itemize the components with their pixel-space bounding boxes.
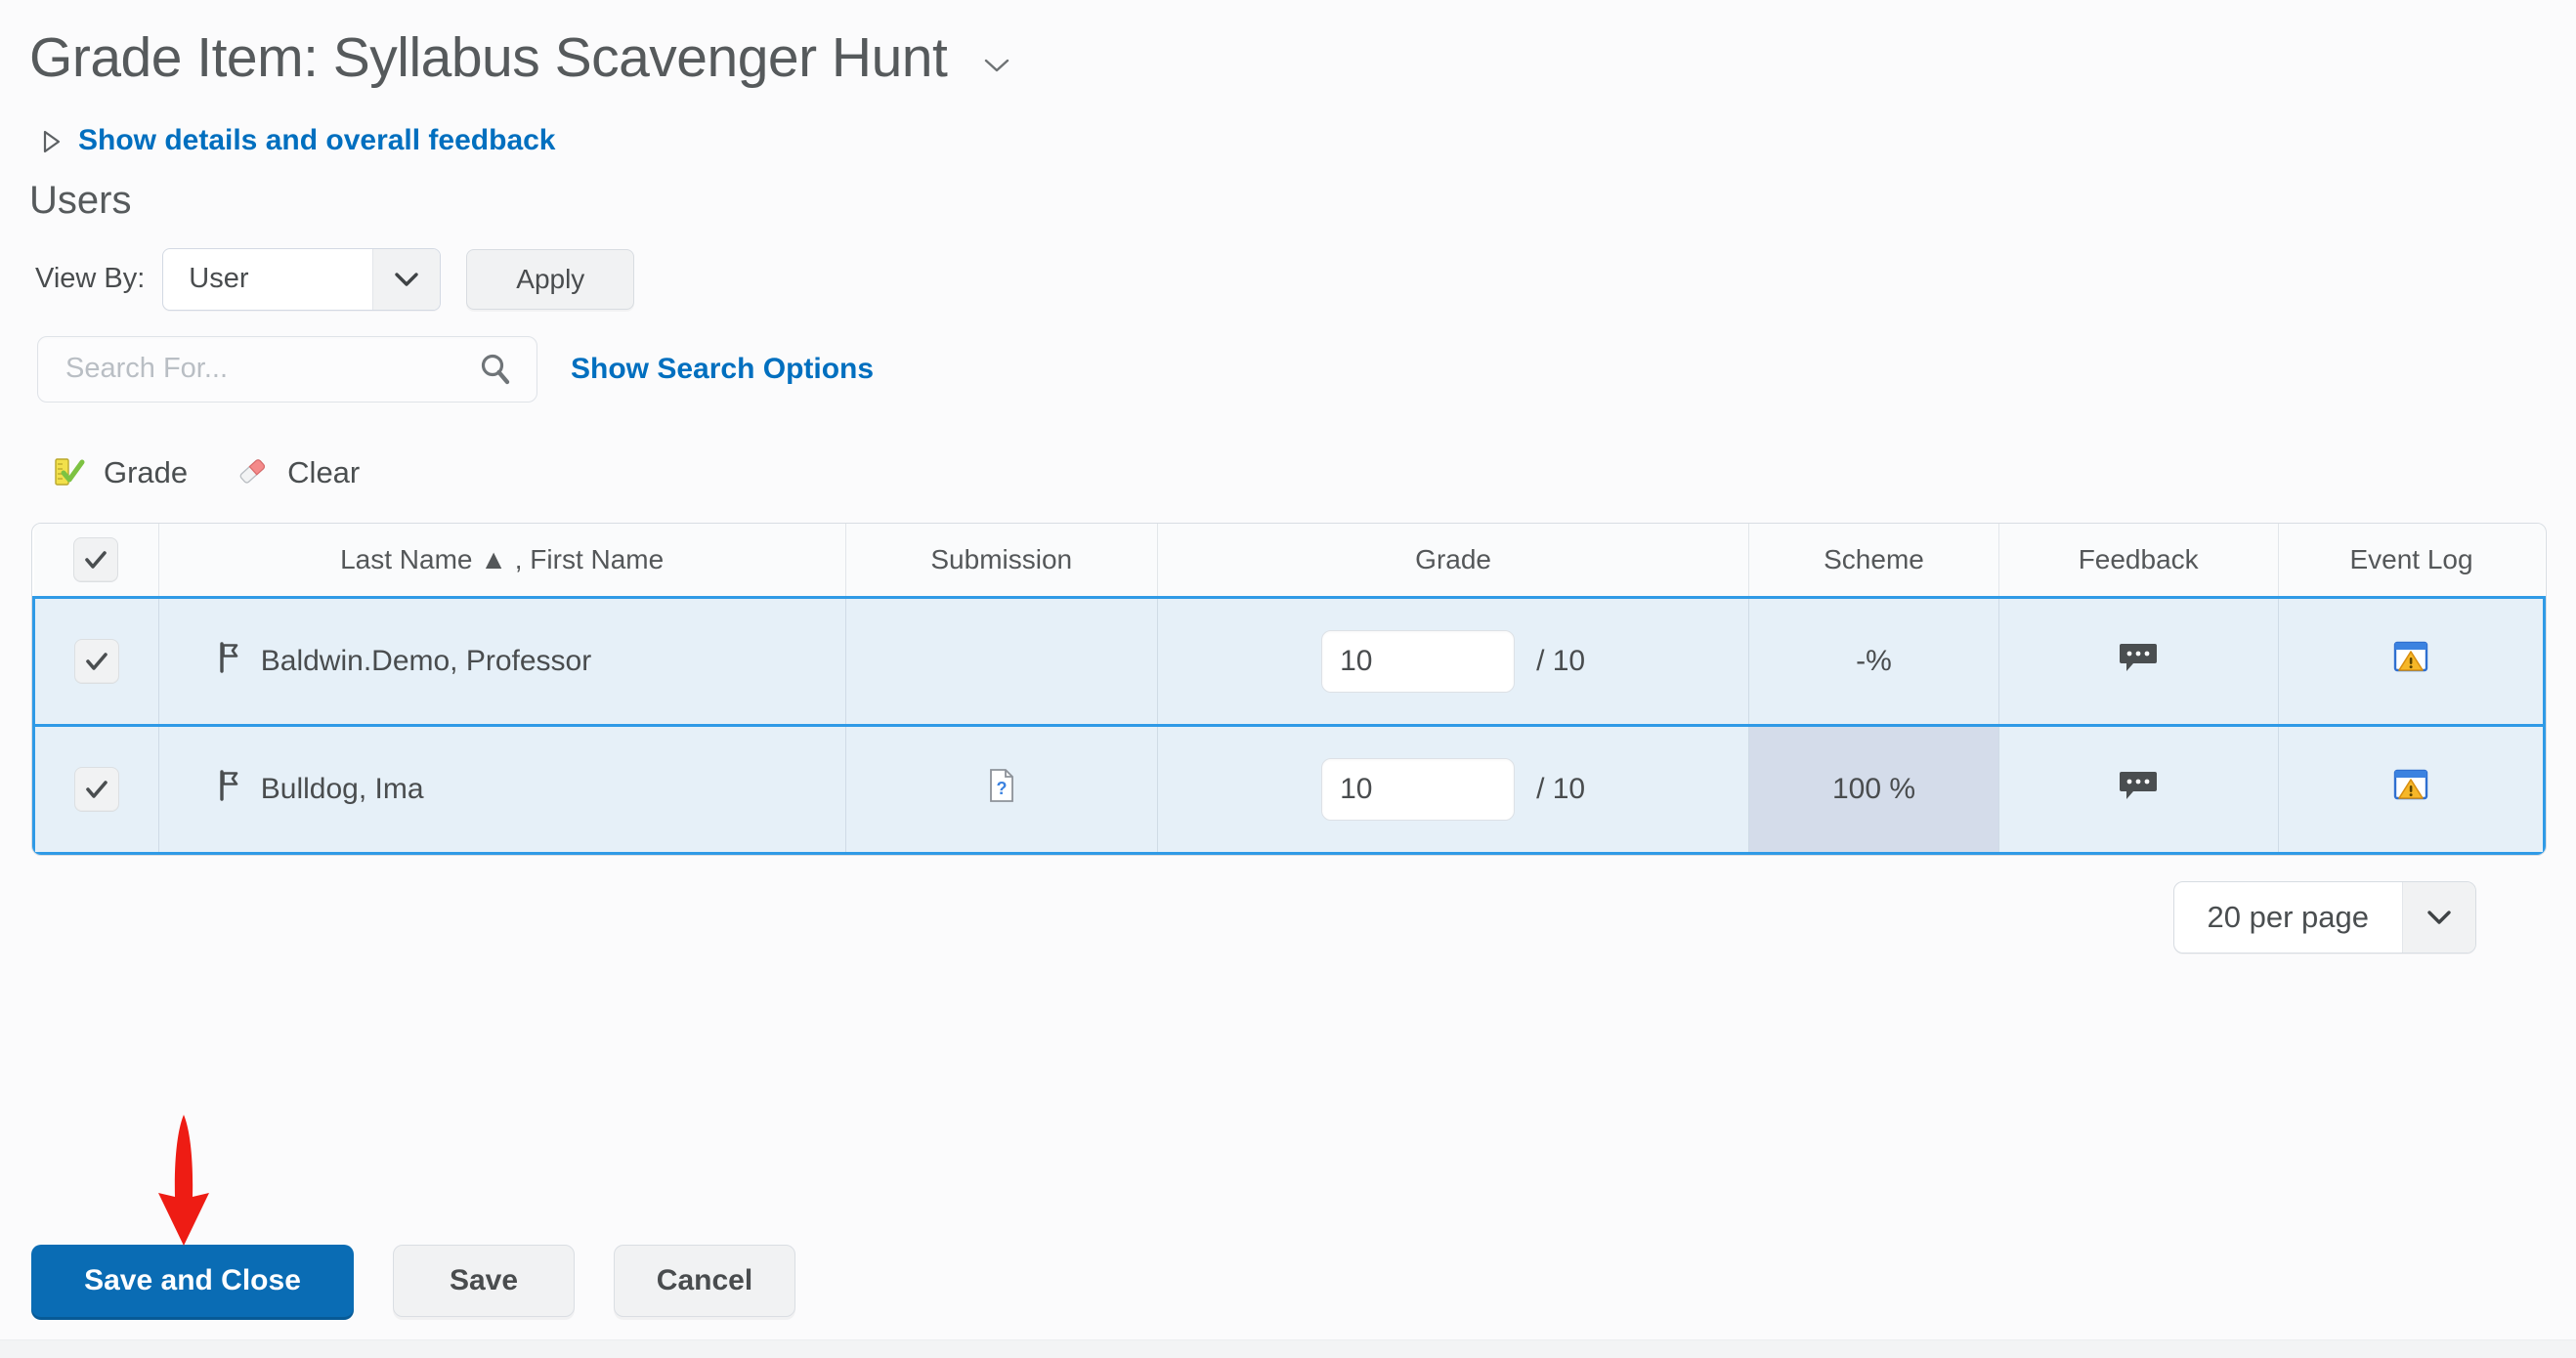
- view-by-label: View By:: [35, 263, 146, 295]
- row-event-log-cell[interactable]: [2278, 725, 2546, 855]
- row-feedback-cell[interactable]: [1998, 595, 2279, 727]
- row-submission-cell[interactable]: ?: [845, 725, 1158, 855]
- select-all-header: [33, 523, 159, 598]
- row-select-cell: [32, 595, 159, 727]
- row-checkbox[interactable]: [73, 638, 119, 684]
- row-select-cell: [32, 725, 159, 855]
- users-grade-table: Last Name ▲ , First Name Submission Grad…: [31, 522, 2547, 856]
- column-header-event-log[interactable]: Event Log: [2278, 523, 2545, 598]
- clear-action[interactable]: Clear: [233, 451, 360, 495]
- bottom-strip: [0, 1339, 2576, 1358]
- row-event-log-cell[interactable]: [2278, 595, 2546, 727]
- grade-out-of: / 10: [1536, 772, 1586, 805]
- student-name: Baldwin.Demo, Professor: [260, 644, 592, 677]
- select-all-checkbox[interactable]: [73, 536, 119, 582]
- row-grade-cell: / 10: [1157, 725, 1750, 855]
- search-row: Show Search Options: [0, 335, 2576, 403]
- grade-input[interactable]: [1321, 757, 1516, 821]
- column-header-name[interactable]: Last Name ▲ , First Name: [158, 523, 846, 598]
- column-header-scheme[interactable]: Scheme: [1748, 523, 1999, 598]
- flag-icon[interactable]: [216, 769, 243, 810]
- column-header-submission[interactable]: Submission: [845, 523, 1158, 598]
- save-and-close-button[interactable]: Save and Close: [31, 1245, 354, 1317]
- row-feedback-cell[interactable]: [1998, 725, 2279, 855]
- row-grade-cell: / 10: [1157, 595, 1750, 727]
- eraser-icon: [233, 451, 272, 495]
- column-header-feedback[interactable]: Feedback: [1998, 523, 2279, 598]
- column-header-grade[interactable]: Grade: [1157, 523, 1750, 598]
- save-button[interactable]: Save: [393, 1245, 575, 1317]
- grade-item-page: Grade Item: Syllabus Scavenger Hunt Show…: [0, 0, 2576, 1358]
- clear-action-label: Clear: [287, 455, 361, 490]
- show-search-options-link[interactable]: Show Search Options: [571, 353, 874, 386]
- row-checkbox[interactable]: [73, 766, 119, 812]
- grade-actions-toolbar: Grade Clear: [0, 451, 2576, 495]
- per-page-value: 20 per page: [2207, 899, 2369, 934]
- grade-action[interactable]: Grade: [49, 451, 188, 495]
- cancel-button[interactable]: Cancel: [614, 1245, 795, 1317]
- show-details-link[interactable]: Show details and overall feedback: [78, 124, 556, 157]
- comment-icon[interactable]: [2118, 643, 2159, 682]
- student-name: Bulldog, Ima: [260, 772, 424, 805]
- row-name-cell: Bulldog, Ima: [158, 725, 846, 855]
- row-scheme-cell: 100 %: [1748, 725, 1999, 855]
- view-by-select-value: User: [189, 263, 249, 295]
- footer-actions: Save and Close Save Cancel: [31, 1245, 795, 1317]
- table-row[interactable]: Baldwin.Demo, Professor / 10 -%: [32, 595, 2546, 727]
- page-title: Grade Item: Syllabus Scavenger Hunt: [29, 26, 948, 89]
- grade-input[interactable]: [1321, 629, 1516, 693]
- chevron-down-icon[interactable]: [982, 56, 1011, 75]
- row-submission-cell: [845, 595, 1158, 727]
- document-question-icon[interactable]: ?: [987, 768, 1016, 810]
- event-log-warning-icon[interactable]: [2392, 769, 2429, 810]
- triangle-right-icon[interactable]: [39, 128, 64, 153]
- view-by-select[interactable]: User: [162, 247, 442, 311]
- table-header-row: Last Name ▲ , First Name Submission Grad…: [33, 523, 2545, 598]
- flag-icon[interactable]: [216, 641, 243, 682]
- chevron-down-icon[interactable]: [372, 248, 441, 310]
- table-row[interactable]: Bulldog, Ima ? 10 / 10 100 %: [32, 725, 2546, 855]
- view-by-row: View By: User Apply: [0, 247, 2576, 311]
- show-details-row[interactable]: Show details and overall feedback: [0, 124, 2576, 157]
- apply-button[interactable]: Apply: [466, 248, 635, 310]
- title-bar: Grade Item: Syllabus Scavenger Hunt: [0, 0, 2576, 89]
- grade-action-label: Grade: [104, 455, 189, 490]
- chevron-down-icon[interactable]: [2402, 881, 2475, 953]
- pagination-row: 20 per page: [0, 880, 2576, 954]
- event-log-warning-icon[interactable]: [2392, 641, 2429, 682]
- row-name-cell: Baldwin.Demo, Professor: [158, 595, 846, 727]
- magnifier-icon[interactable]: [476, 350, 515, 389]
- users-heading: Users: [29, 178, 132, 222]
- ruler-check-icon: [49, 451, 88, 495]
- row-scheme-cell: -%: [1748, 595, 1999, 727]
- per-page-select[interactable]: 20 per page: [2172, 880, 2476, 954]
- comment-icon[interactable]: [2118, 771, 2159, 810]
- svg-text:?: ?: [996, 779, 1007, 798]
- search-input[interactable]: [38, 352, 439, 387]
- grade-out-of: / 10: [1536, 644, 1586, 677]
- search-box[interactable]: [37, 335, 537, 403]
